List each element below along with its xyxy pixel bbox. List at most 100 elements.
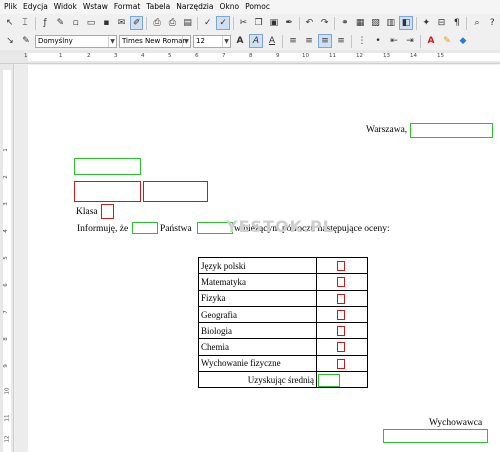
- ruler-number: 7: [2, 310, 9, 314]
- hyperlink-icon[interactable]: ⚭: [338, 16, 351, 30]
- grade-field[interactable]: [337, 261, 345, 271]
- gallery-icon[interactable]: ✦: [420, 16, 433, 30]
- decrease-indent-icon[interactable]: ⇤: [387, 34, 401, 48]
- autospellcheck-icon[interactable]: ✓: [216, 16, 230, 30]
- ruler-number: 15: [437, 53, 444, 59]
- document-page[interactable]: Warszawa, Klasa Informuję, że Państwa w …: [28, 65, 500, 452]
- edit-icon[interactable]: ✎: [54, 16, 67, 30]
- vertical-ruler[interactable]: 1 2 3 4 5 6 7 8 9 10 11 12: [0, 64, 14, 452]
- average-field[interactable]: [318, 374, 340, 388]
- underline-icon[interactable]: A: [265, 34, 279, 48]
- menu-table[interactable]: Tabela: [143, 0, 173, 14]
- data-sources-icon[interactable]: ⊟: [435, 16, 448, 30]
- undo-icon[interactable]: ↶: [303, 16, 316, 30]
- mail-icon[interactable]: ✉: [115, 16, 128, 30]
- horizontal-ruler[interactable]: 1 1 2 3 4 5 6 7 8 9 10 11 12 13 14 15: [0, 50, 500, 64]
- export-pdf-icon[interactable]: ⎙: [150, 16, 163, 30]
- grades-table: Język polski Matematyka Fizyka Geografia…: [198, 256, 368, 389]
- align-center-icon[interactable]: ≡: [302, 34, 316, 48]
- bullets-icon[interactable]: •: [371, 34, 385, 48]
- grade-cell: [316, 322, 368, 340]
- cursor-icon[interactable]: ⌶: [18, 16, 31, 30]
- grade-field[interactable]: [337, 342, 345, 353]
- font-size-combo[interactable]: 12 ▼: [193, 34, 231, 48]
- separator: [415, 16, 417, 30]
- edit-mode-icon[interactable]: ✐: [130, 16, 144, 30]
- background-color-icon[interactable]: ◆: [456, 34, 470, 48]
- select-icon[interactable]: ↖: [3, 16, 16, 30]
- menu-window[interactable]: Okno: [216, 0, 242, 14]
- ruler-number: 12: [356, 53, 363, 59]
- menu-help[interactable]: Pomoc: [242, 0, 273, 14]
- class-field[interactable]: [101, 204, 114, 219]
- spellcheck-icon[interactable]: ✓: [201, 16, 214, 30]
- clone-format-icon[interactable]: ✒: [283, 16, 296, 30]
- separator: [282, 34, 283, 48]
- italic-icon[interactable]: A: [249, 34, 263, 48]
- ruler-number: 2: [2, 175, 9, 179]
- font-color-icon[interactable]: A: [424, 34, 438, 48]
- print-icon[interactable]: ⎙: [166, 16, 179, 30]
- ruler-number: 10: [4, 387, 11, 395]
- save-icon[interactable]: ▪: [100, 16, 113, 30]
- navigator-icon[interactable]: ◧: [399, 16, 413, 30]
- highlight-icon[interactable]: ✎: [440, 34, 454, 48]
- new-document-icon[interactable]: ▫: [69, 16, 82, 30]
- separator: [197, 16, 199, 30]
- student-first-name-field[interactable]: [74, 181, 141, 202]
- increase-indent-icon[interactable]: ⇥: [403, 34, 417, 48]
- menu-edit[interactable]: Edycja: [20, 0, 51, 14]
- table-row: Fizyka: [198, 289, 368, 307]
- signature-field[interactable]: [383, 429, 488, 443]
- styles-icon[interactable]: ↘: [3, 34, 17, 48]
- zoom-icon[interactable]: ⌕: [470, 16, 483, 30]
- menu-insert[interactable]: Wstaw: [80, 0, 111, 14]
- print-preview-icon[interactable]: ▤: [181, 16, 194, 30]
- table-icon[interactable]: ▦: [354, 16, 367, 30]
- grade-field[interactable]: [337, 358, 345, 369]
- open-folder-icon[interactable]: ▭: [84, 16, 97, 30]
- function-icon[interactable]: ƒ: [39, 16, 52, 30]
- redo-icon[interactable]: ↷: [318, 16, 331, 30]
- ruler-number: 11: [4, 414, 11, 422]
- menu-format[interactable]: Format: [111, 0, 143, 14]
- cut-icon[interactable]: ✂: [237, 16, 250, 30]
- student-last-name-field[interactable]: [143, 181, 208, 202]
- copy-icon[interactable]: ❐: [252, 16, 265, 30]
- font-name-combo[interactable]: Times New Roman ▼: [119, 34, 191, 48]
- grade-field[interactable]: [337, 293, 345, 304]
- font-size-value: 12: [196, 36, 205, 45]
- image-icon[interactable]: ▧: [369, 16, 382, 30]
- chart-icon[interactable]: ▥: [384, 16, 397, 30]
- paste-icon[interactable]: ▣: [267, 16, 280, 30]
- ruler-number: 1: [2, 148, 9, 152]
- help-icon[interactable]: ?: [486, 16, 499, 30]
- menu-file[interactable]: Plik: [0, 0, 20, 14]
- formatting-marks-icon[interactable]: ¶: [450, 16, 463, 30]
- paragraph-style-combo[interactable]: Domyślny ▼: [35, 34, 117, 48]
- menu-tools[interactable]: Narzędzia: [173, 0, 216, 14]
- ruler-number: 7: [222, 53, 226, 59]
- justify-icon[interactable]: ≡: [334, 34, 348, 48]
- intro-mid: Państwa: [160, 224, 192, 234]
- grade-field[interactable]: [337, 277, 345, 288]
- align-right-icon[interactable]: ≡: [318, 34, 332, 48]
- paragraph-style-value: Domyślny: [38, 36, 73, 45]
- numbering-icon[interactable]: ⋮: [355, 34, 369, 48]
- city-label: Warszawa,: [366, 125, 408, 135]
- ruler-number: 1: [24, 53, 28, 59]
- menu-view[interactable]: Widok: [51, 0, 80, 14]
- table-row: Język polski: [198, 256, 368, 275]
- student-gender-field[interactable]: [132, 222, 158, 234]
- menu-bar: Plik Edycja Widok Wstaw Format Tabela Na…: [0, 0, 500, 14]
- ruler-number: 4: [141, 53, 145, 59]
- align-left-icon[interactable]: ≡: [286, 34, 300, 48]
- date-field[interactable]: [410, 123, 493, 138]
- parent-name-field[interactable]: [74, 158, 141, 175]
- styles-list-icon[interactable]: ✎: [19, 34, 33, 48]
- grade-field[interactable]: [337, 309, 345, 320]
- table-row: Uzyskując średnią: [198, 371, 368, 389]
- bold-icon[interactable]: A: [233, 34, 247, 48]
- table-row: Geografia: [198, 305, 368, 324]
- grade-field[interactable]: [337, 326, 345, 337]
